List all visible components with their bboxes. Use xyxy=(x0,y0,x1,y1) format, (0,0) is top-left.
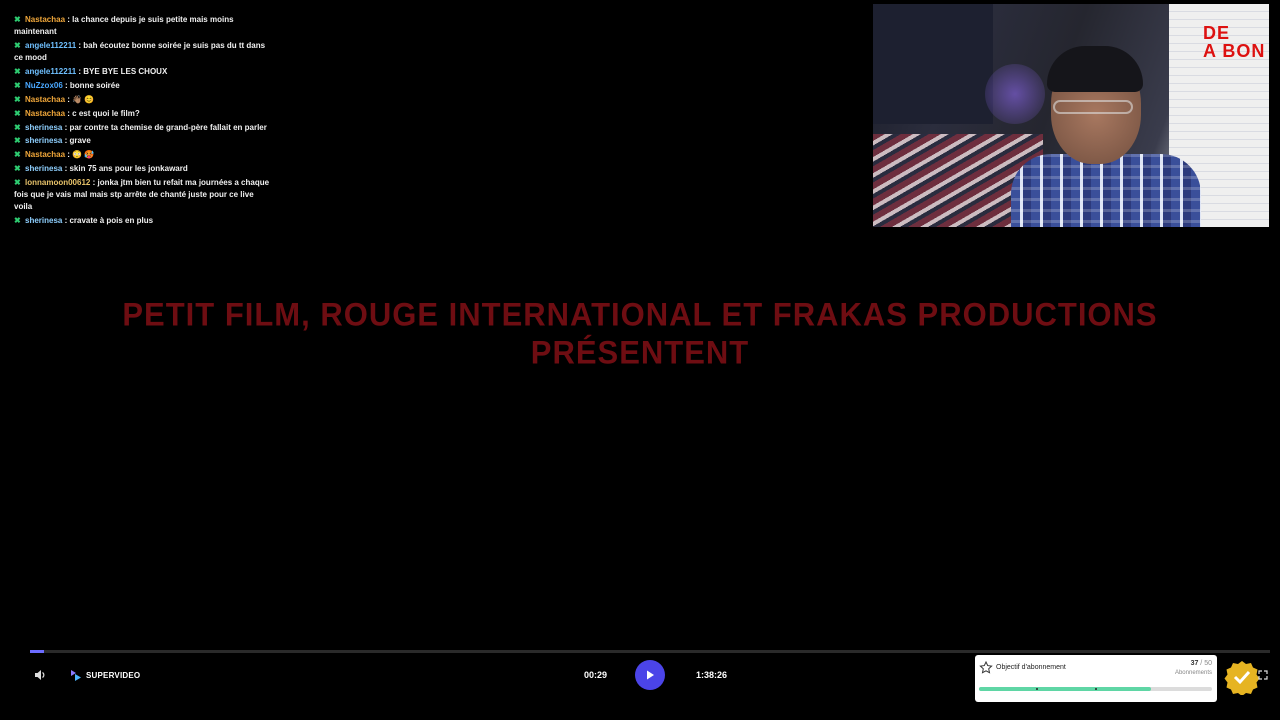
chat-text: grave xyxy=(69,136,91,146)
video-progress-fill xyxy=(30,650,44,653)
chat-username[interactable]: sherinesa xyxy=(25,216,62,225)
total-time: 1:38:26 xyxy=(696,670,728,680)
brand: SUPERVIDEO xyxy=(70,668,140,682)
chat-message: ✖ sherinesa : cravate à pois en plus xyxy=(14,216,154,226)
star-icon xyxy=(979,661,993,674)
chat-username[interactable]: sherinesa xyxy=(25,136,62,145)
chat-badge-icon: ✖ xyxy=(14,14,21,24)
chat-text: par contre ta chemise de grand-père fall… xyxy=(69,122,267,132)
webcam-feed: DE A BON xyxy=(873,4,1269,227)
webcam-whiteboard-text: DE A BON xyxy=(1203,23,1266,61)
chat-message: ✖ Nastachaa : 👋🏽 😊 xyxy=(14,94,95,104)
film-title-line2: présentent xyxy=(530,334,750,371)
chat-text: bonne soirée xyxy=(69,80,120,90)
chat-username[interactable]: NuZzox06 xyxy=(25,81,63,90)
chat-username[interactable]: angele112211 xyxy=(25,41,76,50)
chat-badge-icon: ✖ xyxy=(14,94,21,104)
chat-badge-icon: ✖ xyxy=(14,150,21,160)
chat-overlay: ✖ Nastachaa : la chance depuis je suis pe… xyxy=(14,13,270,229)
chat-text: 👋🏽 😊 xyxy=(72,94,95,104)
fullscreen-icon[interactable] xyxy=(1258,670,1268,680)
goal-marker xyxy=(1095,688,1097,690)
chat-badge-icon: ✖ xyxy=(14,108,21,118)
chat-badge-icon: ✖ xyxy=(14,136,21,146)
chat-message: ✖ sherinesa : par contre ta chemise de gr… xyxy=(14,122,267,132)
chat-username[interactable]: Nastachaa xyxy=(25,95,65,104)
brand-name: SUPERVIDEO xyxy=(86,670,141,680)
chat-username[interactable]: lonnamoon00612 xyxy=(25,178,90,187)
volume-icon[interactable] xyxy=(33,668,47,682)
video-progress-bar[interactable] xyxy=(30,650,1270,653)
chat-badge-icon: ✖ xyxy=(14,122,21,132)
streamer xyxy=(1011,44,1201,227)
chat-badge-icon: ✖ xyxy=(14,164,21,174)
chat-text: cravate à pois en plus xyxy=(69,216,154,226)
chat-badge-icon: ✖ xyxy=(14,178,21,188)
chat-text: skin 75 ans pour les jonkaward xyxy=(69,164,188,174)
chat-message: ✖ NuZzox06 : bonne soirée xyxy=(14,80,120,90)
chat-text: BYE BYE LES CHOUX xyxy=(83,66,168,76)
film-title-line1: Petit film, Rouge International et Fraka… xyxy=(122,296,1158,333)
current-time: 00:29 xyxy=(584,670,608,680)
chat-username[interactable]: angele112211 xyxy=(25,67,76,76)
chat-message: ✖ sherinesa : skin 75 ans pour les jonkaw… xyxy=(14,164,188,174)
chat-badge-icon: ✖ xyxy=(14,40,21,50)
goal-progress-bar xyxy=(979,687,1212,691)
goal-title: Objectif d'abonnement xyxy=(996,664,1066,671)
chat-text: 😳 🥵 xyxy=(72,150,95,160)
goal-count: 37 / 50 xyxy=(1191,660,1212,667)
chat-badge-icon: ✖ xyxy=(14,66,21,76)
chat-badge-icon: ✖ xyxy=(14,216,21,226)
streamer-cap xyxy=(1047,46,1143,92)
supervideo-logo-icon xyxy=(71,670,81,681)
streamer-glasses xyxy=(1053,100,1133,114)
goal-target: 50 xyxy=(1204,660,1212,667)
chat-username[interactable]: Nastachaa xyxy=(25,15,65,24)
goal-progress-fill xyxy=(979,687,1152,691)
chat-message: ✖ Nastachaa : 😳 🥵 xyxy=(14,150,95,160)
chat-username[interactable]: sherinesa xyxy=(25,164,62,173)
chat-message: ✖ sherinesa : grave xyxy=(14,136,91,146)
chat-username[interactable]: Nastachaa xyxy=(25,109,65,118)
chat-message: ✖ angele112211 : bah écoutez bonne soirée… xyxy=(14,40,266,62)
goal-unit: Abonnements xyxy=(1174,670,1212,676)
chat-message: ✖ angele112211 : BYE BYE LES CHOUX xyxy=(14,66,168,76)
streamer-shirt xyxy=(1011,154,1201,227)
goal-marker xyxy=(1036,688,1038,690)
chat-text: c est quoi le film? xyxy=(72,108,140,118)
webcam-wall xyxy=(873,4,993,124)
subscription-goal-widget: Objectif d'abonnement 37 / 50 Abonnement… xyxy=(975,655,1217,702)
verified-badge-icon xyxy=(1224,661,1260,695)
play-icon xyxy=(647,670,654,680)
chat-message: ✖ Nastachaa : c est quoi le film? xyxy=(14,108,140,118)
chat-username[interactable]: sherinesa xyxy=(25,123,62,132)
chat-username[interactable]: Nastachaa xyxy=(25,150,65,159)
chat-message: ✖ lonnamoon00612 : jonka jtm bien tu refa… xyxy=(14,178,270,212)
play-button[interactable] xyxy=(635,660,665,690)
film-title-card: Petit film, Rouge International et Fraka… xyxy=(0,296,1280,372)
chat-message: ✖ Nastachaa : la chance depuis je suis pe… xyxy=(14,14,234,36)
chat-badge-icon: ✖ xyxy=(14,80,21,90)
